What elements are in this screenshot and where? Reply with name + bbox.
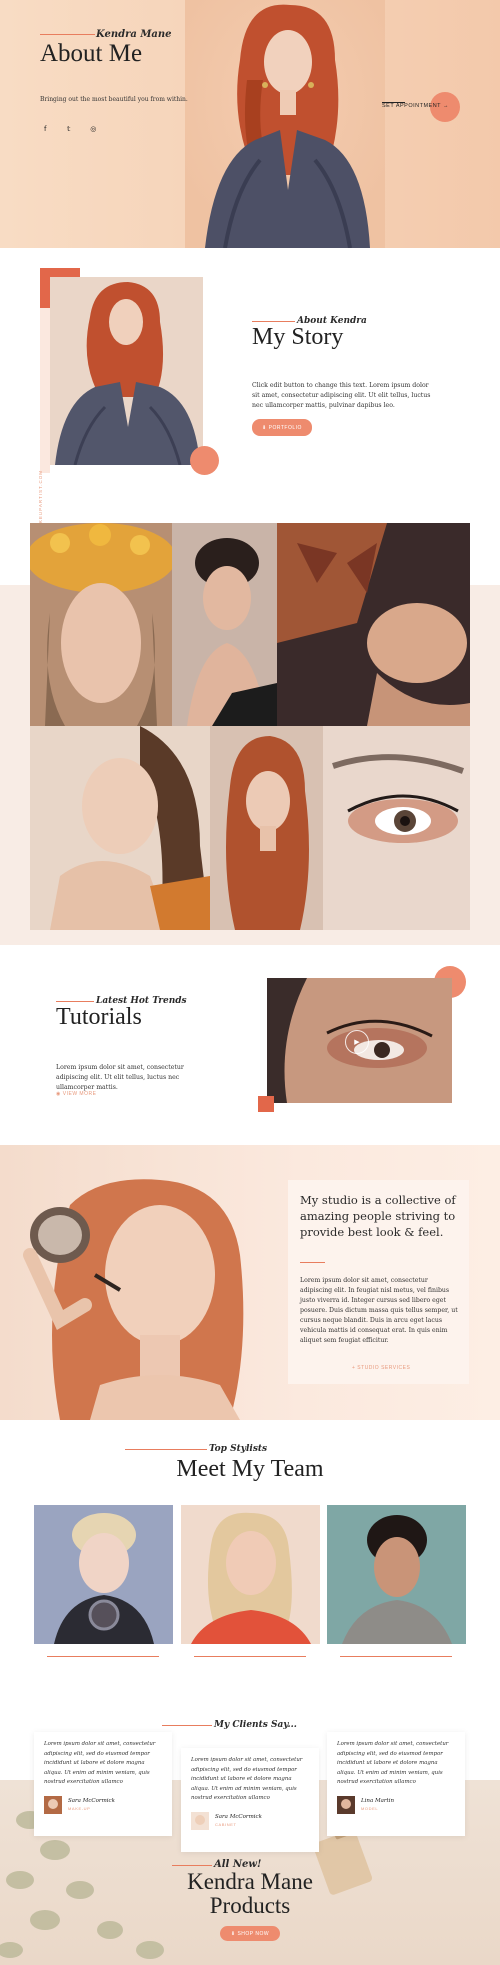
team-member-line-2	[194, 1656, 306, 1657]
story-portrait-image	[50, 277, 203, 465]
avatar	[337, 1795, 355, 1814]
instagram-icon[interactable]: ◎	[90, 125, 100, 133]
testimonial-quote: Lorem ipsum dolor sit amet, consectetur …	[44, 1741, 156, 1785]
story-accent-strip	[40, 308, 50, 473]
clients-accent-line	[162, 1725, 212, 1726]
tutorial-video-thumbnail[interactable]: ▶	[267, 978, 452, 1103]
team-title: Meet My Team	[176, 1456, 324, 1482]
team-accent-line	[125, 1449, 207, 1450]
tutorials-title: Tutorials	[56, 1004, 142, 1030]
set-appointment-label: SET APPOINTMENT	[382, 103, 441, 109]
avatar	[191, 1811, 209, 1830]
testimonial-author-role: CABINET	[215, 1822, 237, 1827]
story-body: Click edit button to change this text. L…	[252, 382, 431, 409]
story-accent-circle	[190, 446, 219, 475]
view-more-label: VIEW MORE	[62, 1091, 97, 1097]
tutorials-body: Lorem ipsum dolor sit amet, consectetur …	[56, 1064, 184, 1091]
portfolio-button[interactable]: ⬇ PORTFOLIO	[252, 419, 312, 436]
shop-now-button[interactable]: ⬇ SHOP NOW	[220, 1926, 280, 1941]
tutorials-accent-line	[56, 1001, 94, 1002]
story-title: My Story	[252, 324, 344, 350]
studio-card: My studio is a collective of amazing peo…	[288, 1180, 469, 1384]
gallery-image-5[interactable]	[210, 726, 323, 930]
gallery-image-6[interactable]	[323, 726, 470, 930]
testimonial-author-name: Sara McCormick	[68, 1798, 115, 1804]
testimonial-author-role: MODEL	[361, 1806, 379, 1811]
avatar	[44, 1795, 62, 1814]
testimonial-quote: Lorem ipsum dolor sit amet, consectetur …	[191, 1757, 303, 1801]
testimonial-author-name: Sara McCormick	[215, 1814, 262, 1820]
page-title: About Me	[40, 40, 143, 67]
play-button-icon[interactable]: ▶	[345, 1030, 369, 1054]
gallery-image-4[interactable]	[30, 726, 210, 930]
social-links: f 𝕥 ◎	[44, 116, 108, 135]
gallery-grid	[30, 523, 470, 930]
hero-tagline: Bringing out the most beautiful you from…	[40, 96, 188, 103]
studio-heading: My studio is a collective of amazing peo…	[300, 1193, 456, 1239]
testimonial-author-role: MAKE-UP	[68, 1806, 91, 1811]
studio-accent-line	[300, 1262, 325, 1263]
team-member-line-1	[47, 1656, 159, 1657]
team-member-photo-3[interactable]	[327, 1505, 466, 1644]
team-member-line-3	[340, 1656, 452, 1657]
studio-body: Lorem ipsum dolor sit amet, consectetur …	[300, 1277, 458, 1344]
set-appointment-button[interactable]: SET APPOINTMENT →	[382, 103, 449, 109]
team-member-photo-2[interactable]	[181, 1505, 320, 1644]
hero-script-title: Kendra Mane	[96, 29, 172, 40]
gallery-image-3[interactable]	[277, 523, 470, 726]
products-title-line-1: Kendra Mane	[187, 1869, 313, 1894]
clients-script-title: My Clients Say...	[214, 1720, 297, 1730]
gallery-image-2[interactable]	[172, 523, 277, 726]
products-title-line-2: Products	[209, 1893, 291, 1918]
hero-accent-line	[40, 34, 95, 35]
team-script-title: Top Stylists	[209, 1444, 268, 1454]
story-accent-line	[252, 321, 295, 322]
hero-section: Kendra Mane About Me Bringing out the mo…	[0, 0, 500, 248]
studio-services-link[interactable]: + STUDIO SERVICES	[352, 1365, 410, 1371]
studio-makeup-image	[23, 1179, 244, 1420]
testimonial-card-2: Lorem ipsum dolor sit amet, consectetur …	[181, 1748, 319, 1852]
products-accent-line	[172, 1865, 212, 1866]
arrow-right-icon: →	[442, 103, 449, 109]
testimonial-card-3: Lorem ipsum dolor sit amet, consectetur …	[327, 1732, 465, 1836]
testimonial-quote: Lorem ipsum dolor sit amet, consectetur …	[337, 1741, 449, 1785]
gallery-image-1[interactable]	[30, 523, 172, 726]
facebook-icon[interactable]: f	[44, 125, 54, 133]
twitter-icon[interactable]: 𝕥	[67, 125, 77, 133]
testimonial-author-name: Lina Martin	[361, 1798, 395, 1804]
testimonial-card-1: Lorem ipsum dolor sit amet, consectetur …	[34, 1732, 172, 1836]
view-more-link[interactable]: ◉ VIEW MORE	[56, 1091, 96, 1097]
tutorial-accent-square	[258, 1096, 274, 1112]
hero-portrait-image	[185, 0, 385, 248]
play-circle-icon: ◉	[56, 1091, 61, 1097]
team-member-photo-1[interactable]	[34, 1505, 173, 1644]
products-title: Kendra Mane Products	[0, 1870, 500, 1918]
